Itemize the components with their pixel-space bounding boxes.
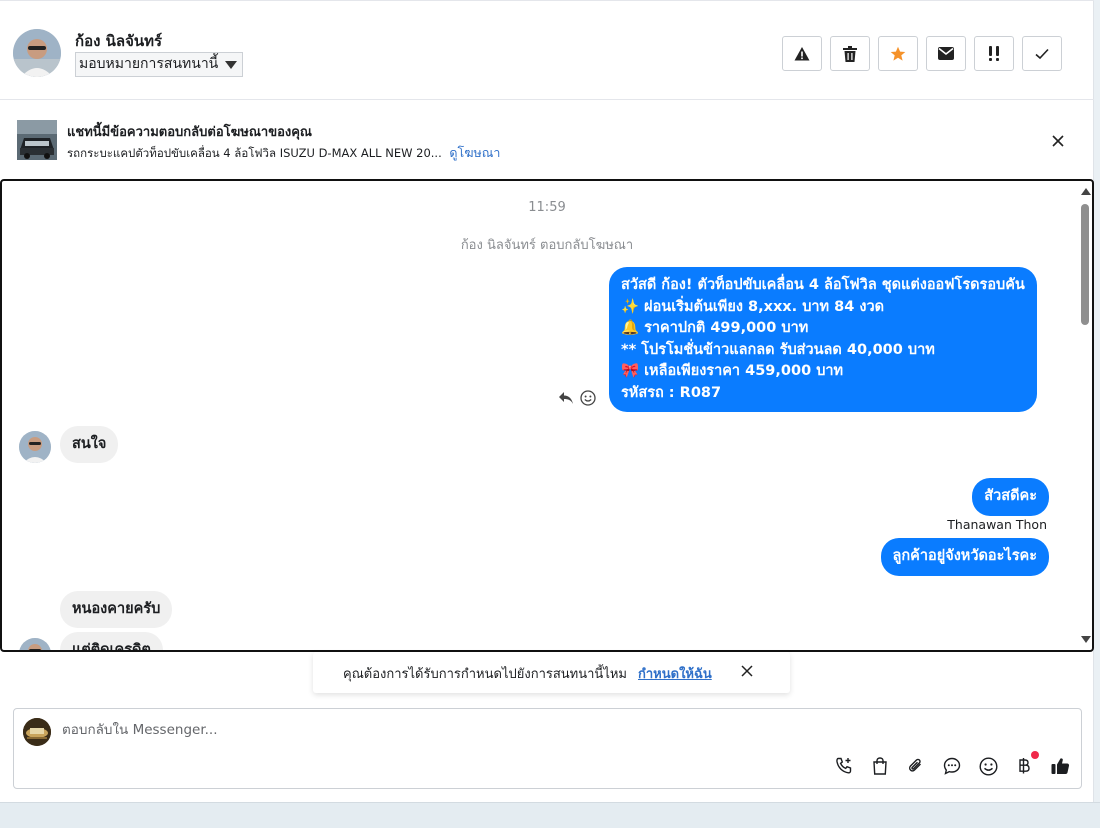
contact-avatar[interactable] <box>13 29 61 77</box>
system-message: ก้อง นิลจันทร์ ตอบกลับโฆษณา <box>460 238 634 253</box>
emoji-icon <box>978 756 998 776</box>
assign-to-me-link[interactable]: กำหนดให้ฉัน <box>638 663 712 684</box>
close-icon <box>1052 135 1064 147</box>
window-edge <box>1094 0 1100 802</box>
chat-scrollbar[interactable] <box>1078 181 1092 650</box>
follow-up-button[interactable] <box>974 36 1014 71</box>
check-icon <box>1035 48 1049 59</box>
contact-avatar-small <box>19 638 51 650</box>
thumbs-up-icon <box>1051 758 1069 774</box>
message-bubble-outgoing[interactable]: สัวสดีคะ <box>972 478 1049 516</box>
notification-dot <box>1031 751 1039 759</box>
message-bubble-incoming[interactable]: สนใจ <box>60 426 119 463</box>
attach-button[interactable] <box>905 755 927 777</box>
sender-name: Thanawan Thon <box>947 517 1047 532</box>
message-bubble-outgoing[interactable]: สวัสดี ก้อง! ตัวท็อปขับเคลื่อน 4 ล้อโฟวิ… <box>609 267 1037 412</box>
saved-replies-button[interactable] <box>941 755 963 777</box>
baht-icon <box>1019 758 1030 774</box>
message-composer <box>13 708 1082 789</box>
assign-prompt-text: คุณต้องการได้รับการกำหนดไปยังการสนทนานี้… <box>343 667 627 682</box>
payment-button[interactable] <box>1013 751 1039 777</box>
message-line: 🎀 เหลือเพียงราคา 459,000 บาท <box>621 363 844 379</box>
call-button[interactable] <box>833 755 855 777</box>
ad-description: รถกระบะแคปตัวท็อปขับเคลื่อน 4 ล้อโฟวิล I… <box>67 143 500 163</box>
window-footer-strip <box>0 802 1100 828</box>
message-line: ** โปรโมชั่นข้าวแลกลด รับส่วนลด 40,000 บ… <box>621 341 935 358</box>
shop-button[interactable] <box>869 755 891 777</box>
scrollbar-thumb[interactable] <box>1081 204 1089 325</box>
ad-description-text: รถกระบะแคปตัวท็อปขับเคลื่อน 4 ล้อโฟวิล I… <box>67 146 442 160</box>
conversation-header: ก้อง นิลจันทร์ มอบหมายการสนทนานี้ <box>0 0 1094 100</box>
mark-unread-button[interactable] <box>926 36 966 71</box>
assign-conversation-dropdown[interactable]: มอบหมายการสนทนานี้ <box>75 52 244 77</box>
message-line: 🔔 ราคาปกติ 499,000 บาท <box>621 320 809 336</box>
trash-icon <box>843 45 857 62</box>
message-line: สวัสดี ก้อง! ตัวท็อปขับเคลื่อน 4 ล้อโฟวิ… <box>621 277 1025 293</box>
message-line: ✨ ผ่อนเริ่มต้นเพียง 8,xxx. บาท 84 งวด <box>621 298 885 315</box>
message-bubble-incoming[interactable]: หนองคายครับ <box>60 591 173 628</box>
delete-button[interactable] <box>830 36 870 71</box>
shopping-bag-icon <box>873 757 887 775</box>
emoji-reaction-icon[interactable] <box>580 390 596 406</box>
paperclip-icon <box>908 758 921 772</box>
scroll-up-arrow-icon[interactable] <box>1081 188 1091 195</box>
contact-name: ก้อง นิลจันทร์ <box>75 32 163 50</box>
conversation-panel: ก้อง นิลจันทร์ มอบหมายการสนทนานี้ แชทนี้… <box>0 0 1094 802</box>
star-icon <box>890 46 906 61</box>
ad-reply-banner: แชทนี้มีข้อความตอบกลับต่อโฆษณาของคุณ รถก… <box>0 100 1094 179</box>
emoji-button[interactable] <box>977 755 999 777</box>
close-toast-button[interactable] <box>741 665 753 681</box>
view-ad-link[interactable]: ดูโฆษณา <box>449 145 500 160</box>
alert-icon <box>794 46 810 60</box>
message-thread[interactable]: 11:59 ก้อง นิลจันทร์ ตอบกลับโฆษณา สวัสดี… <box>0 179 1094 652</box>
scroll-down-arrow-icon[interactable] <box>1081 636 1091 643</box>
mark-done-button[interactable] <box>1022 36 1062 71</box>
assign-label: มอบหมายการสนทนานี้ <box>79 56 219 72</box>
message-line: รหัสรถ : R087 <box>621 384 722 401</box>
close-icon <box>741 665 753 677</box>
double-exclamation-icon <box>989 45 999 61</box>
assign-prompt-toast: คุณต้องการได้รับการกำหนดไปยังการสนทนานี้… <box>313 652 790 693</box>
reply-input[interactable] <box>62 722 962 738</box>
ad-banner-title: แชทนี้มีข้อความตอบกลับต่อโฆษณาของคุณ <box>67 125 312 140</box>
message-actions <box>558 390 596 406</box>
message-timestamp: 11:59 <box>528 200 566 215</box>
contact-avatar-small <box>19 431 51 463</box>
caret-down-icon <box>225 61 238 69</box>
phone-plus-icon <box>836 757 852 774</box>
star-button[interactable] <box>878 36 918 71</box>
close-banner-button[interactable] <box>1048 131 1068 151</box>
page-avatar <box>23 718 51 746</box>
envelope-icon <box>938 47 954 60</box>
message-bubble-outgoing[interactable]: ลูกค้าอยู่จังหวัดอะไรคะ <box>880 538 1049 576</box>
message-bubble-incoming[interactable]: แต่ติดเครดิต <box>60 632 163 650</box>
report-spam-button[interactable] <box>782 36 822 71</box>
composer-toolbar <box>833 751 1071 777</box>
chat-bubble-icon <box>943 757 961 775</box>
reply-icon[interactable] <box>558 390 574 406</box>
ad-thumbnail[interactable] <box>17 120 57 160</box>
like-button[interactable] <box>1049 755 1071 777</box>
